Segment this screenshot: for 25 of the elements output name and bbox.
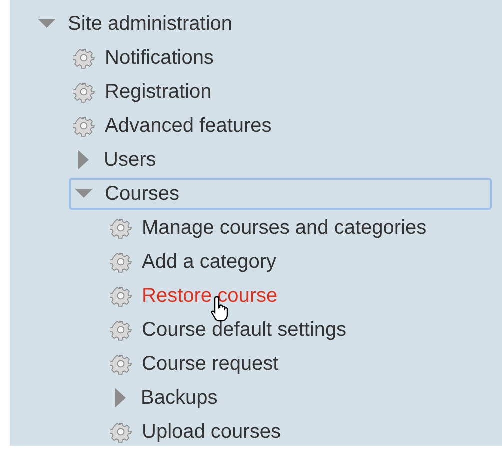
- tree-item-link[interactable]: Courses: [105, 179, 180, 209]
- gear-icon: [110, 353, 132, 375]
- tree-item-link[interactable]: Notifications: [105, 43, 214, 73]
- collapsed-arrow-icon[interactable]: [115, 388, 126, 408]
- gear-icon: [110, 217, 132, 239]
- gear-icon: [110, 421, 132, 443]
- tree-item-link[interactable]: Users: [104, 145, 156, 175]
- gear-icon: [73, 47, 95, 69]
- tree-item-link[interactable]: Upload courses: [142, 417, 281, 447]
- tree-item-link[interactable]: Site administration: [68, 9, 233, 39]
- gear-icon: [110, 251, 132, 273]
- tree-item-link[interactable]: Backups: [141, 383, 218, 413]
- gear-icon: [110, 319, 132, 341]
- tree-item-link[interactable]: Advanced features: [105, 111, 272, 141]
- gear-icon: [73, 81, 95, 103]
- gear-icon: [110, 285, 132, 307]
- tree-item-link[interactable]: Add a category: [142, 247, 277, 277]
- tree-item-link[interactable]: Manage courses and categories: [142, 213, 427, 243]
- tree-item-link[interactable]: Registration: [105, 77, 212, 107]
- gear-icon: [73, 115, 95, 137]
- tree-item-link[interactable]: Course default settings: [142, 315, 347, 345]
- collapsed-arrow-icon[interactable]: [78, 150, 89, 170]
- expanded-arrow-icon[interactable]: [38, 19, 56, 29]
- tree-item-link[interactable]: Course request: [142, 349, 279, 379]
- expanded-arrow-icon[interactable]: [75, 189, 93, 199]
